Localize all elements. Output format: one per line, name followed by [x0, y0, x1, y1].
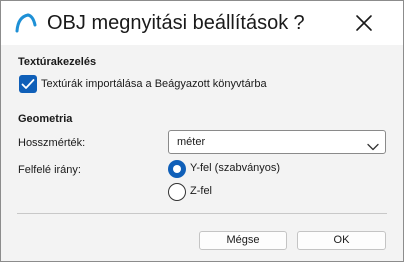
- close-icon[interactable]: [353, 12, 375, 34]
- arc-app-icon: [14, 11, 38, 35]
- radio-y-up[interactable]: [168, 160, 186, 178]
- up-direction-label: Felfelé irány:: [18, 164, 81, 176]
- length-unit-label: Hosszmérték:: [18, 137, 86, 149]
- chevron-down-icon: [367, 138, 379, 156]
- length-unit-select[interactable]: méter: [168, 130, 386, 154]
- y-up-option-label[interactable]: Y-fel (szabványos): [190, 161, 280, 175]
- help-button[interactable]: ?: [285, 10, 313, 36]
- import-textures-label[interactable]: Textúrák importálása a Beágyazott könyvt…: [41, 77, 267, 91]
- window-title: OBJ megnyitási beállítások: [47, 12, 289, 34]
- length-unit-value: méter: [177, 136, 206, 148]
- geometry-section-title: Geometria: [18, 113, 73, 125]
- cancel-button[interactable]: Mégse: [199, 231, 287, 250]
- import-textures-checkbox[interactable]: [19, 75, 37, 93]
- textures-section-title: Textúrakezelés: [18, 56, 97, 68]
- ok-button[interactable]: OK: [297, 231, 386, 250]
- checkmark-icon: [21, 79, 35, 89]
- obj-import-dialog: OBJ megnyitási beállítások ? Textúrakeze…: [0, 0, 404, 262]
- title-bar[interactable]: OBJ megnyitási beállítások ?: [1, 1, 403, 45]
- radio-z-up[interactable]: [168, 183, 186, 201]
- divider: [17, 213, 387, 214]
- z-up-option-label[interactable]: Z-fel: [190, 184, 212, 198]
